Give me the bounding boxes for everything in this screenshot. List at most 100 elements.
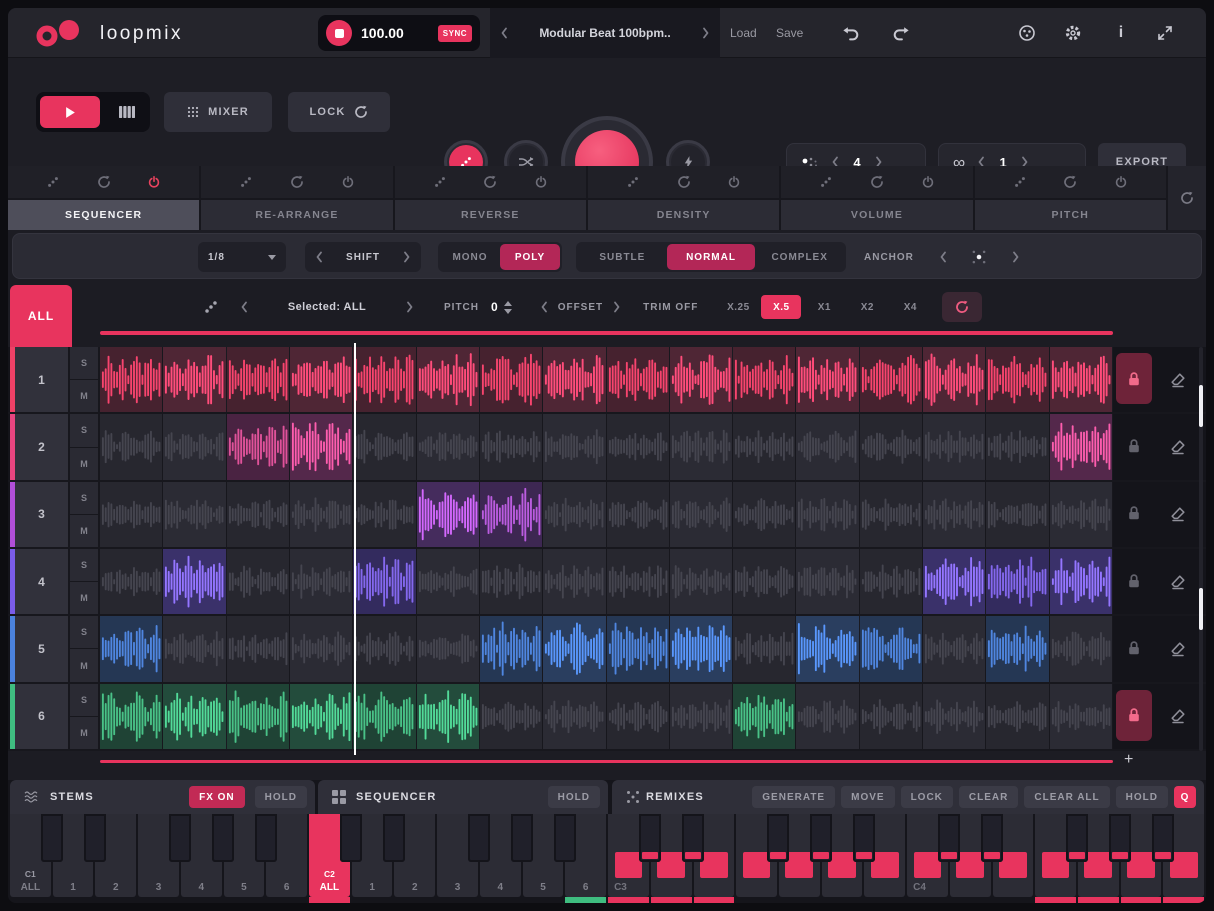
step-cell[interactable] — [417, 414, 480, 479]
grid-scrollbar-thumb[interactable] — [1199, 588, 1203, 630]
step-cell[interactable] — [100, 482, 163, 547]
step-cell[interactable] — [353, 347, 416, 412]
step-cell[interactable] — [986, 549, 1049, 614]
step-cell[interactable] — [986, 684, 1049, 749]
step-cell[interactable] — [1050, 414, 1113, 479]
tab-sequencer[interactable]: SEQUENCER — [8, 198, 199, 230]
step-cell[interactable] — [353, 616, 416, 681]
step-cell[interactable] — [543, 482, 606, 547]
sequencer-hold-button[interactable]: HOLD — [548, 786, 600, 808]
row-loop-button[interactable] — [942, 292, 982, 322]
step-cell[interactable] — [796, 347, 859, 412]
mute-button[interactable]: M — [70, 582, 98, 614]
remix-clear-all-button[interactable]: CLEAR ALL — [1024, 786, 1109, 808]
step-cell[interactable] — [480, 414, 543, 479]
row-lock-button[interactable] — [1116, 488, 1152, 539]
step-cell[interactable] — [353, 482, 416, 547]
tab-sync-icon[interactable] — [870, 175, 884, 189]
step-cell[interactable] — [417, 347, 480, 412]
piano-key-black[interactable] — [41, 814, 63, 862]
step-cell[interactable] — [480, 684, 543, 749]
piano-key-black[interactable] — [1109, 814, 1131, 862]
step-cell[interactable] — [163, 482, 226, 547]
normal-option[interactable]: NORMAL — [667, 244, 756, 270]
undo-icon[interactable] — [840, 23, 862, 45]
step-cell[interactable] — [986, 414, 1049, 479]
step-cell[interactable] — [607, 414, 670, 479]
row-erase-button[interactable] — [1158, 414, 1198, 479]
piano-key-black[interactable] — [639, 814, 661, 862]
step-cell[interactable] — [543, 549, 606, 614]
step-cell[interactable] — [796, 684, 859, 749]
row-number[interactable]: 3 — [15, 482, 70, 547]
mono-option[interactable]: MONO — [440, 244, 500, 270]
solo-button[interactable]: S — [70, 549, 98, 582]
row-number[interactable]: 5 — [15, 616, 70, 681]
step-cell[interactable] — [290, 482, 353, 547]
stems-hold-button[interactable]: HOLD — [255, 786, 307, 808]
piano-key-black[interactable] — [84, 814, 106, 862]
step-cell[interactable] — [986, 482, 1049, 547]
speed-x5[interactable]: X.5 — [761, 295, 801, 319]
tab-dice-icon[interactable] — [820, 176, 832, 188]
remix-generate-button[interactable]: GENERATE — [752, 786, 835, 808]
step-cell[interactable] — [100, 549, 163, 614]
step-cell[interactable] — [543, 414, 606, 479]
speed-x25[interactable]: X.25 — [718, 295, 758, 319]
step-cell[interactable] — [417, 549, 480, 614]
fx-on-button[interactable]: FX ON — [189, 786, 245, 808]
mute-button[interactable]: M — [70, 649, 98, 681]
step-cell[interactable] — [480, 616, 543, 681]
tab-sync-icon[interactable] — [483, 175, 497, 189]
speed-x1[interactable]: X1 — [804, 295, 844, 319]
step-cell[interactable] — [670, 549, 733, 614]
step-cell[interactable] — [1050, 684, 1113, 749]
settings-gear-icon[interactable] — [1062, 22, 1084, 44]
row-lock-button[interactable] — [1116, 420, 1152, 471]
load-button[interactable]: Load — [730, 8, 757, 58]
step-cell[interactable] — [733, 549, 796, 614]
tab-power-icon[interactable] — [535, 176, 547, 188]
mute-button[interactable]: M — [70, 448, 98, 480]
step-cell[interactable] — [290, 414, 353, 479]
step-cell[interactable] — [353, 414, 416, 479]
remix-lock-button[interactable]: LOCK — [901, 786, 953, 808]
piano-key-black[interactable] — [511, 814, 533, 862]
add-row-button[interactable]: + — [1124, 751, 1133, 769]
step-cell[interactable] — [480, 347, 543, 412]
step-cell[interactable] — [607, 347, 670, 412]
offset-right-icon[interactable] — [613, 301, 621, 313]
step-cell[interactable] — [100, 684, 163, 749]
complex-option[interactable]: COMPLEX — [755, 244, 844, 270]
step-cell[interactable] — [923, 549, 986, 614]
row-number[interactable]: 2 — [15, 414, 70, 479]
row-lock-button[interactable] — [1116, 622, 1152, 673]
step-cell[interactable] — [290, 684, 353, 749]
step-cell[interactable] — [670, 616, 733, 681]
step-cell[interactable] — [100, 616, 163, 681]
tab-power-icon[interactable] — [728, 176, 740, 188]
row-number[interactable]: 6 — [15, 684, 70, 749]
step-cell[interactable] — [290, 616, 353, 681]
step-cell[interactable] — [670, 684, 733, 749]
tab-dice-icon[interactable] — [434, 176, 446, 188]
mute-button[interactable]: M — [70, 717, 98, 749]
offset-left-icon[interactable] — [540, 301, 548, 313]
tab-sync-icon[interactable] — [97, 175, 111, 189]
piano-key-black[interactable] — [255, 814, 277, 862]
tab-power-icon[interactable] — [922, 176, 934, 188]
step-cell[interactable] — [1050, 347, 1113, 412]
step-cell[interactable] — [163, 684, 226, 749]
step-cell[interactable] — [227, 684, 290, 749]
keyboard-mode-button[interactable] — [104, 92, 150, 132]
step-cell[interactable] — [417, 684, 480, 749]
grid-scrollbar-thumb[interactable] — [1199, 385, 1203, 427]
select-all-rows-button[interactable]: ALL — [10, 285, 72, 347]
step-cell[interactable] — [607, 482, 670, 547]
step-cell[interactable] — [860, 616, 923, 681]
an </svg>chor-grid-icon[interactable] — [971, 249, 987, 265]
row-randomize-icon[interactable] — [204, 300, 218, 314]
piano-key-black[interactable] — [981, 814, 1003, 862]
step-cell[interactable] — [100, 347, 163, 412]
piano-key-black[interactable] — [1152, 814, 1174, 862]
